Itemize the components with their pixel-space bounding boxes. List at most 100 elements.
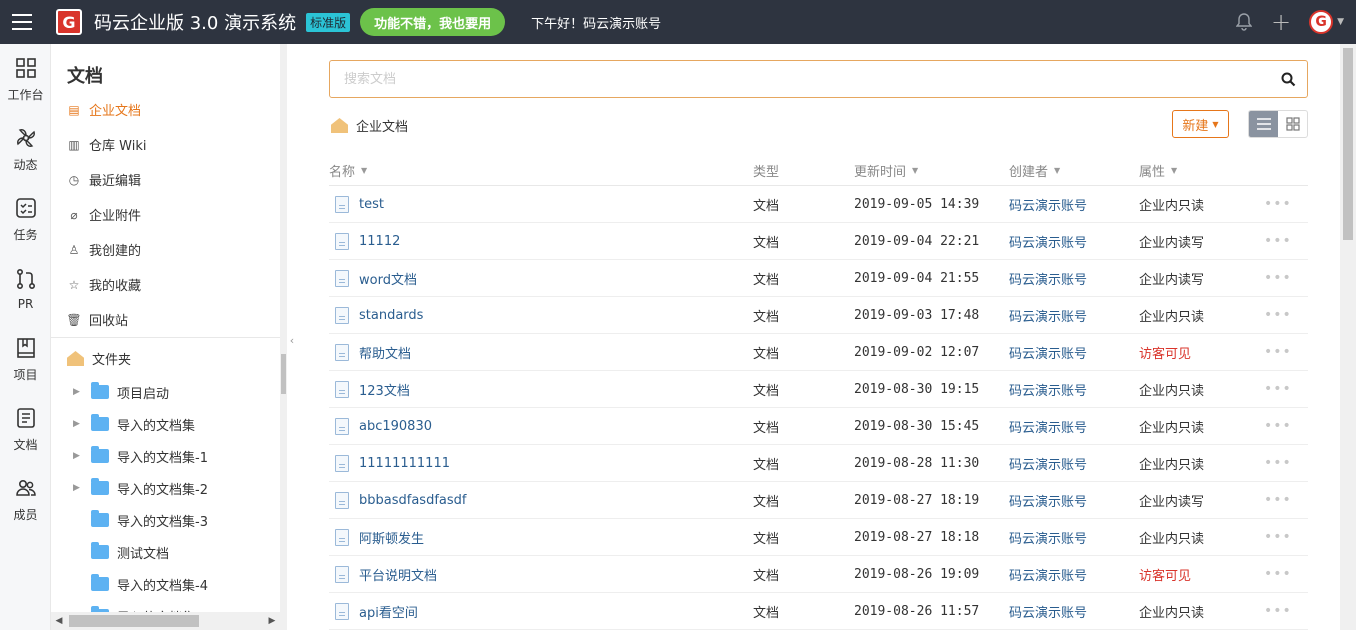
doc-creator-link[interactable]: 码云演示账号 — [1009, 269, 1139, 288]
bell-icon[interactable] — [1235, 13, 1253, 31]
sidebar-item-attachments[interactable]: ⌀ 企业附件 — [51, 197, 281, 232]
doc-creator-link[interactable]: 码云演示账号 — [1009, 380, 1139, 399]
sidebar-item-enterprise-docs[interactable]: ▤ 企业文档 — [51, 92, 281, 127]
table-row[interactable]: word文档 文档 2019-09-04 21:55 码云演示账号 企业内读写 ••• — [329, 260, 1308, 297]
doc-creator-link[interactable]: 码云演示账号 — [1009, 602, 1139, 621]
doc-name-link[interactable]: 123文档 — [359, 380, 410, 399]
plus-icon[interactable]: + — [1271, 10, 1291, 34]
table-row[interactable]: 帮助文档 文档 2019-09-02 12:07 码云演示账号 访客可见 ••• — [329, 334, 1308, 371]
search-input[interactable] — [330, 61, 1269, 97]
tree-item[interactable]: ▶ 项目启动 — [51, 376, 281, 408]
doc-name-cell[interactable]: abc190830 — [329, 417, 753, 435]
more-options-icon[interactable]: ••• — [1264, 455, 1304, 471]
doc-name-link[interactable]: test — [359, 197, 384, 212]
folder-root[interactable]: 文件夹 — [67, 349, 131, 368]
table-row[interactable]: 123文档 文档 2019-08-30 19:15 码云演示账号 企业内只读 ••• — [329, 371, 1308, 408]
table-row[interactable]: abc190830 文档 2019-08-30 15:45 码云演示账号 企业内只读 ••… — [329, 408, 1308, 445]
rail-item-projects[interactable]: 项目 — [0, 324, 51, 394]
rail-item-tasks[interactable]: 任务 — [0, 184, 51, 254]
promo-button[interactable]: 功能不错，我也要用 — [360, 8, 506, 36]
sidebar-scrollbar[interactable] — [280, 44, 287, 630]
doc-creator-link[interactable]: 码云演示账号 — [1009, 565, 1139, 584]
scrollbar-thumb[interactable] — [69, 615, 199, 627]
doc-name-cell[interactable]: standards — [329, 306, 753, 324]
rail-item-pr[interactable]: PR — [0, 254, 51, 324]
tree-item[interactable]: 测试文档 — [51, 536, 281, 568]
doc-name-cell[interactable]: 11112 — [329, 232, 753, 250]
sort-icon[interactable]: ▼ — [1171, 166, 1177, 175]
tree-item[interactable]: ▶ 导入的文档集-2 — [51, 472, 281, 504]
doc-name-cell[interactable]: test — [329, 195, 753, 213]
table-row[interactable]: test 文档 2019-09-05 14:39 码云演示账号 企业内只读 ••• — [329, 186, 1308, 223]
more-options-icon[interactable]: ••• — [1264, 529, 1304, 545]
doc-name-link[interactable]: api看空间 — [359, 602, 418, 621]
sidebar-item-recent[interactable]: ◷ 最近编辑 — [51, 162, 281, 197]
caret-right-icon[interactable]: ▶ — [73, 483, 87, 493]
tree-item[interactable]: 导入的文档集-4 — [51, 568, 281, 600]
sidebar-item-created-by-me[interactable]: ♙ 我创建的 — [51, 232, 281, 267]
column-header-attr[interactable]: 属性 ▼ — [1139, 161, 1264, 180]
sidebar-horizontal-scrollbar[interactable]: ◀ ▶ — [51, 612, 280, 630]
rail-item-dashboard[interactable]: 工作台 — [0, 44, 51, 114]
tree-item[interactable]: 导入的文档集-3 — [51, 504, 281, 536]
rail-item-activity[interactable]: 动态 — [0, 114, 51, 184]
doc-name-cell[interactable]: 123文档 — [329, 380, 753, 399]
column-header-name[interactable]: 名称 ▼ — [329, 161, 753, 180]
avatar[interactable]: G — [1309, 10, 1334, 34]
doc-creator-link[interactable]: 码云演示账号 — [1009, 343, 1139, 362]
column-header-creator[interactable]: 创建者 ▼ — [1009, 161, 1139, 180]
sort-icon[interactable]: ▼ — [912, 166, 918, 175]
caret-right-icon[interactable]: ▶ — [73, 419, 87, 429]
doc-creator-link[interactable]: 码云演示账号 — [1009, 491, 1139, 510]
tree-item[interactable]: ▶ 导入的文档集-1 — [51, 440, 281, 472]
doc-name-link[interactable]: 平台说明文档 — [359, 565, 437, 584]
table-row[interactable]: api看空间 文档 2019-08-26 11:57 码云演示账号 企业内只读 ••• — [329, 593, 1308, 630]
menu-icon[interactable] — [0, 0, 44, 44]
scroll-right-icon[interactable]: ▶ — [264, 616, 280, 626]
breadcrumb-current[interactable]: 企业文档 — [356, 116, 408, 135]
doc-name-link[interactable]: abc190830 — [359, 419, 432, 434]
column-header-time[interactable]: 更新时间 ▼ — [854, 161, 1009, 180]
more-options-icon[interactable]: ••• — [1264, 344, 1304, 360]
more-options-icon[interactable]: ••• — [1264, 196, 1304, 212]
table-row[interactable]: 阿斯顿发生 文档 2019-08-27 18:18 码云演示账号 企业内只读 ••• — [329, 519, 1308, 556]
doc-name-cell[interactable]: api看空间 — [329, 602, 753, 621]
more-options-icon[interactable]: ••• — [1264, 381, 1304, 397]
sidebar-item-wiki[interactable]: ▥ 仓库 Wiki — [51, 127, 281, 162]
tree-item[interactable]: ▶ 导入的文档集 — [51, 408, 281, 440]
doc-name-link[interactable]: standards — [359, 308, 423, 323]
scrollbar-thumb[interactable] — [1343, 48, 1353, 240]
scrollbar-thumb[interactable] — [281, 354, 286, 394]
sidebar-item-trash[interactable]: 🗑 回收站 — [51, 302, 281, 337]
grid-view-button[interactable] — [1278, 111, 1307, 137]
doc-name-cell[interactable]: 平台说明文档 — [329, 565, 753, 584]
caret-right-icon[interactable]: ▶ — [73, 387, 87, 397]
doc-name-link[interactable]: 11112 — [359, 234, 400, 249]
more-options-icon[interactable]: ••• — [1264, 603, 1304, 619]
doc-name-cell[interactable]: word文档 — [329, 269, 753, 288]
more-options-icon[interactable]: ••• — [1264, 566, 1304, 582]
collapse-sidebar-icon[interactable]: ‹ — [287, 330, 297, 350]
doc-name-cell[interactable]: 11111111111 — [329, 454, 753, 472]
doc-name-cell[interactable]: bbbasdfasdfasdf — [329, 491, 753, 509]
more-options-icon[interactable]: ••• — [1264, 270, 1304, 286]
rail-item-docs[interactable]: 文档 — [0, 394, 51, 464]
doc-creator-link[interactable]: 码云演示账号 — [1009, 195, 1139, 214]
doc-name-cell[interactable]: 帮助文档 — [329, 343, 753, 362]
doc-name-link[interactable]: word文档 — [359, 269, 417, 288]
more-options-icon[interactable]: ••• — [1264, 492, 1304, 508]
more-options-icon[interactable]: ••• — [1264, 418, 1304, 434]
more-options-icon[interactable]: ••• — [1264, 233, 1304, 249]
main-scrollbar[interactable] — [1340, 44, 1356, 630]
doc-creator-link[interactable]: 码云演示账号 — [1009, 306, 1139, 325]
doc-name-link[interactable]: bbbasdfasdfasdf — [359, 493, 466, 508]
sort-icon[interactable]: ▼ — [361, 166, 367, 175]
list-view-button[interactable] — [1249, 111, 1278, 137]
table-row[interactable]: bbbasdfasdfasdf 文档 2019-08-27 18:19 码云演示账号企… — [329, 482, 1308, 519]
table-row[interactable]: 11111111111 文档 2019-08-28 11:30 码云演示账号 企业内只读… — [329, 445, 1308, 482]
doc-name-link[interactable]: 11111111111 — [359, 456, 450, 471]
scroll-left-icon[interactable]: ◀ — [51, 616, 67, 626]
doc-creator-link[interactable]: 码云演示账号 — [1009, 417, 1139, 436]
table-row[interactable]: 11112 文档 2019-09-04 22:21 码云演示账号 企业内读写 ••• — [329, 223, 1308, 260]
chevron-down-icon[interactable]: ▼ — [1337, 17, 1344, 27]
